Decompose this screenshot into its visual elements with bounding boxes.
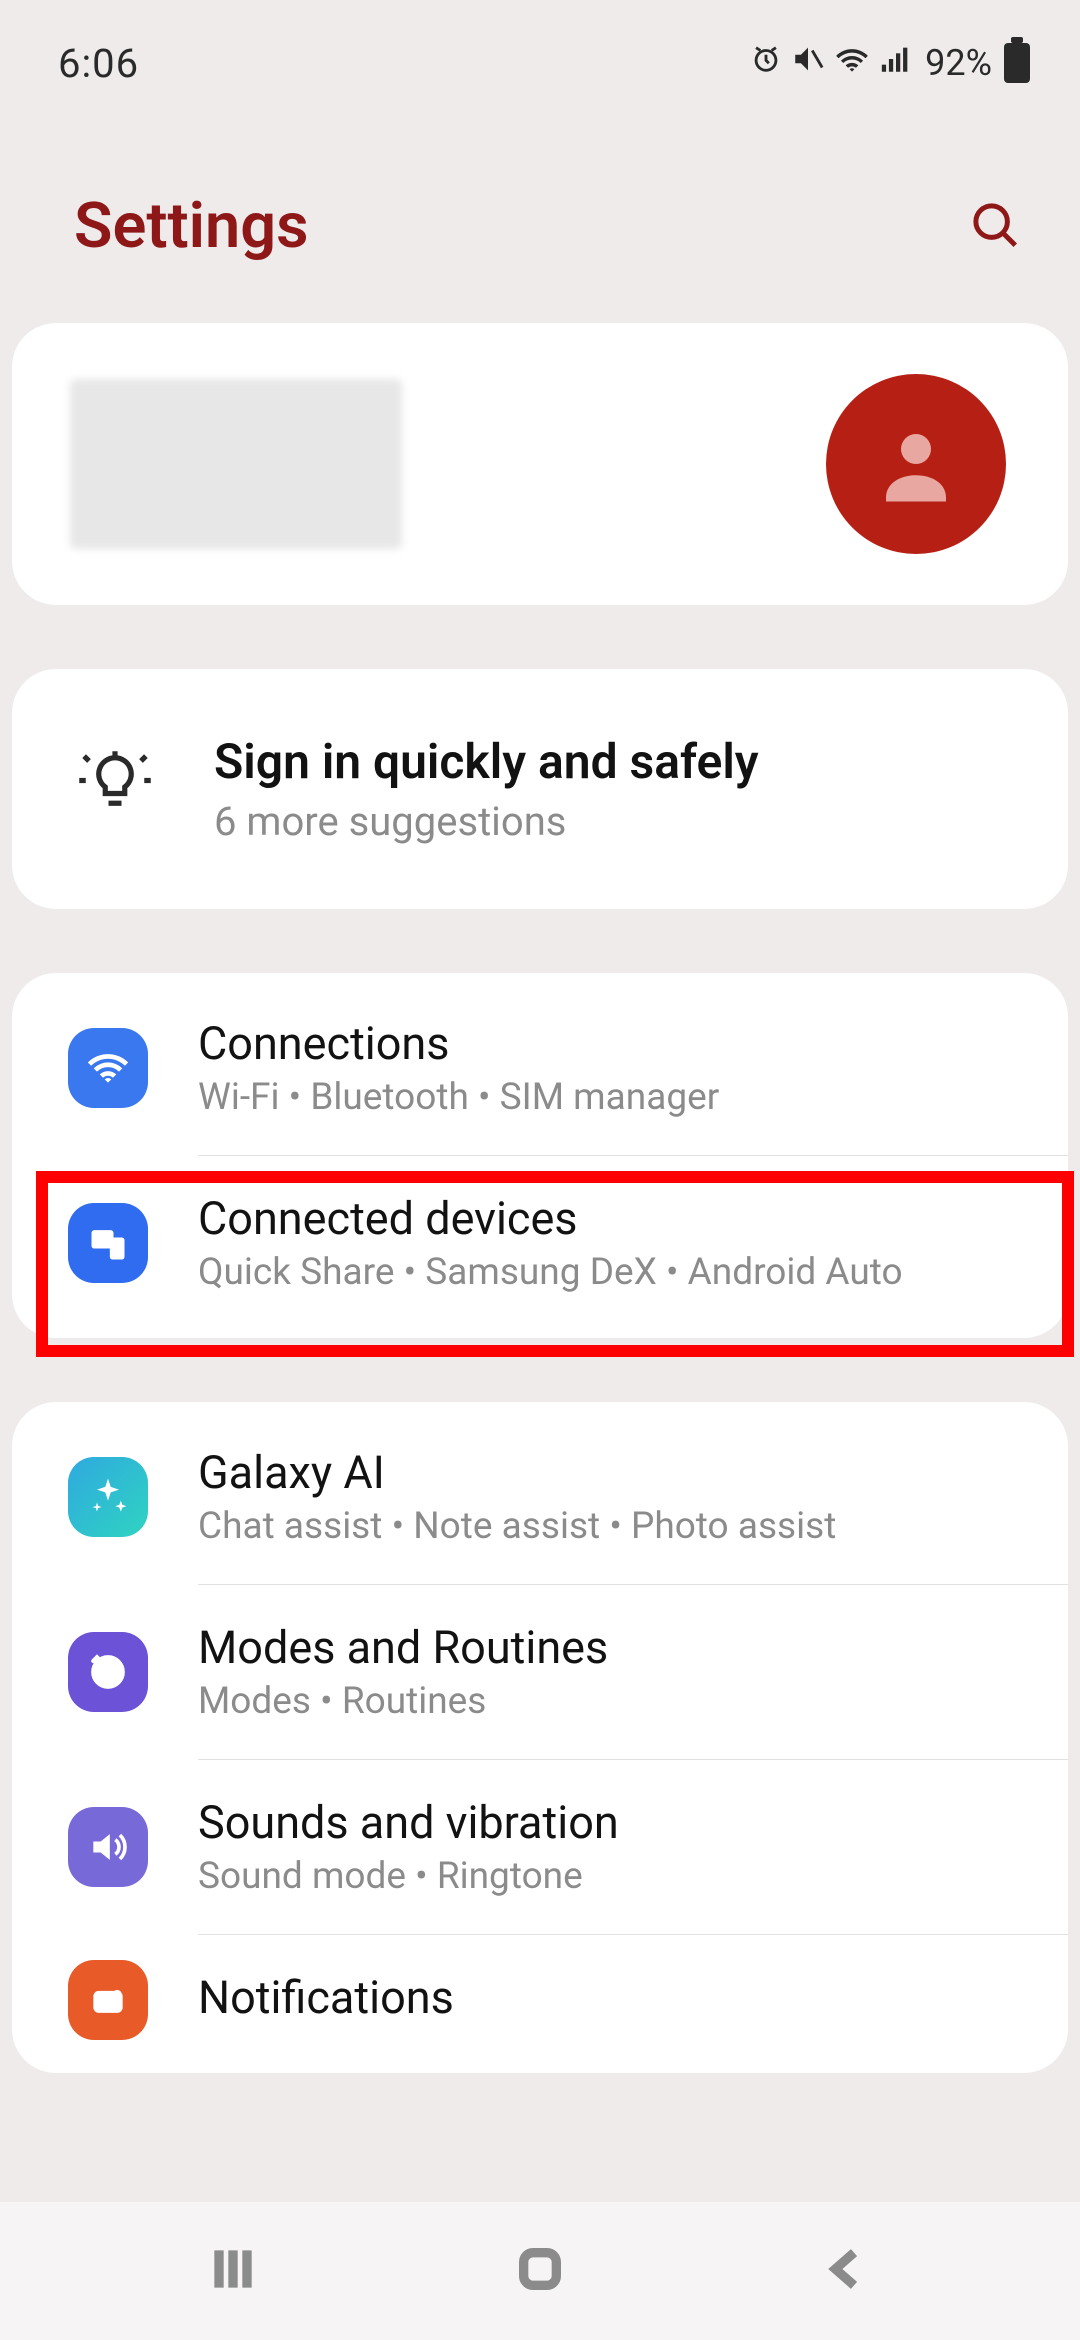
battery-icon xyxy=(1004,43,1030,83)
suggestion-subtitle: 6 more suggestions xyxy=(214,798,1010,845)
settings-group-2: Galaxy AI Chat assist • Note assist • Ph… xyxy=(12,1402,1068,2073)
account-card[interactable] xyxy=(12,323,1068,605)
settings-item-connections[interactable]: Connections Wi-Fi • Bluetooth • SIM mana… xyxy=(12,981,1068,1155)
lightbulb-icon xyxy=(76,748,154,830)
avatar[interactable] xyxy=(826,374,1006,554)
recents-button[interactable] xyxy=(205,2241,261,2301)
setting-subtitle: Modes • Routines xyxy=(198,1680,1018,1723)
search-button[interactable] xyxy=(968,198,1022,256)
status-bar: 6:06 92% xyxy=(0,0,1080,100)
back-button[interactable] xyxy=(819,2241,875,2301)
account-name-redacted xyxy=(70,379,402,549)
suggestion-title: Sign in quickly and safely xyxy=(214,733,1010,790)
wifi-icon xyxy=(833,40,871,87)
setting-subtitle: Wi-Fi • Bluetooth • SIM manager xyxy=(198,1076,1018,1119)
setting-title: Notifications xyxy=(198,1971,1018,2024)
status-time: 6:06 xyxy=(58,40,139,87)
page-header: Settings xyxy=(0,100,1080,323)
alarm-icon xyxy=(749,42,783,85)
setting-title: Connections xyxy=(198,1017,1018,1070)
page-title: Settings xyxy=(74,190,308,263)
wifi-icon xyxy=(68,1028,148,1108)
speaker-icon xyxy=(68,1807,148,1887)
setting-subtitle: Sound mode • Ringtone xyxy=(198,1855,1018,1898)
setting-subtitle: Quick Share • Samsung DeX • Android Auto xyxy=(198,1251,1018,1294)
settings-group-1: Connections Wi-Fi • Bluetooth • SIM mana… xyxy=(12,973,1068,1338)
setting-title: Connected devices xyxy=(198,1192,1018,1245)
sparkle-icon xyxy=(68,1457,148,1537)
signal-icon xyxy=(879,42,913,85)
suggestion-card[interactable]: Sign in quickly and safely 6 more sugges… xyxy=(12,669,1068,909)
navigation-bar xyxy=(0,2202,1080,2340)
settings-item-connected-devices[interactable]: Connected devices Quick Share • Samsung … xyxy=(12,1156,1068,1330)
devices-icon xyxy=(68,1203,148,1283)
settings-item-notifications[interactable]: Notifications xyxy=(12,1935,1068,2065)
battery-percent: 92% xyxy=(925,42,992,84)
setting-title: Galaxy AI xyxy=(198,1446,1018,1499)
settings-item-sounds-vibration[interactable]: Sounds and vibration Sound mode • Ringto… xyxy=(12,1760,1068,1934)
setting-subtitle: Chat assist • Note assist • Photo assist xyxy=(198,1505,1018,1548)
settings-item-modes-routines[interactable]: Modes and Routines Modes • Routines xyxy=(12,1585,1068,1759)
mute-icon xyxy=(791,42,825,85)
check-cycle-icon xyxy=(68,1632,148,1712)
home-button[interactable] xyxy=(512,2241,568,2301)
status-icons: 92% xyxy=(749,40,1030,87)
settings-item-galaxy-ai[interactable]: Galaxy AI Chat assist • Note assist • Ph… xyxy=(12,1410,1068,1584)
notifications-icon xyxy=(68,1960,148,2040)
setting-title: Sounds and vibration xyxy=(198,1796,1018,1849)
setting-title: Modes and Routines xyxy=(198,1621,1018,1674)
